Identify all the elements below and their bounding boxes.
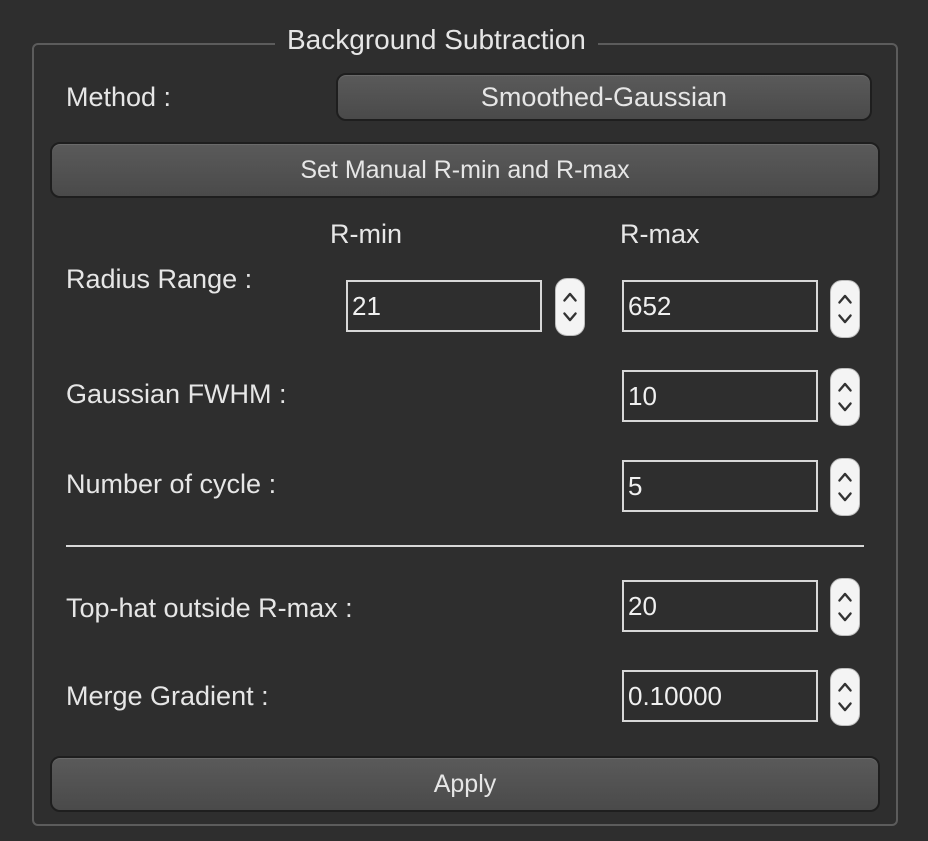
rmin-header: R-min xyxy=(330,219,402,249)
tophat-outside-rmax-label: Top-hat outside R-max : xyxy=(66,593,353,623)
merge-gradient-spin-arrows-icon[interactable] xyxy=(830,668,860,726)
rmax-input[interactable]: 652 xyxy=(622,280,818,332)
apply-button[interactable]: Apply xyxy=(50,756,880,812)
tophat-spin-arrows-icon[interactable] xyxy=(830,578,860,636)
method-label: Method : xyxy=(66,82,172,112)
rmin-spin-arrows-icon[interactable] xyxy=(555,278,585,336)
gaussian-fwhm-spin-arrows-icon[interactable] xyxy=(830,368,860,426)
number-of-cycle-label: Number of cycle : xyxy=(66,469,277,499)
method-dropdown[interactable]: Smoothed-Gaussian xyxy=(336,73,872,121)
section-divider xyxy=(66,545,864,547)
number-of-cycle-spin-arrows-icon[interactable] xyxy=(830,458,860,516)
radius-range-label: Radius Range : xyxy=(66,264,253,294)
merge-gradient-input[interactable]: 0.10000 xyxy=(622,670,818,722)
rmax-spin-arrows-icon[interactable] xyxy=(830,280,860,338)
group-title: Background Subtraction xyxy=(275,22,598,58)
set-manual-rmin-rmax-button[interactable]: Set Manual R-min and R-max xyxy=(50,142,880,198)
number-of-cycle-input[interactable]: 5 xyxy=(622,460,818,512)
merge-gradient-label: Merge Gradient : xyxy=(66,681,269,711)
gaussian-fwhm-label: Gaussian FWHM : xyxy=(66,379,287,409)
gaussian-fwhm-input[interactable]: 10 xyxy=(622,370,818,422)
tophat-outside-rmax-input[interactable]: 20 xyxy=(622,580,818,632)
rmax-header: R-max xyxy=(620,219,700,249)
rmin-input[interactable]: 21 xyxy=(346,280,542,332)
